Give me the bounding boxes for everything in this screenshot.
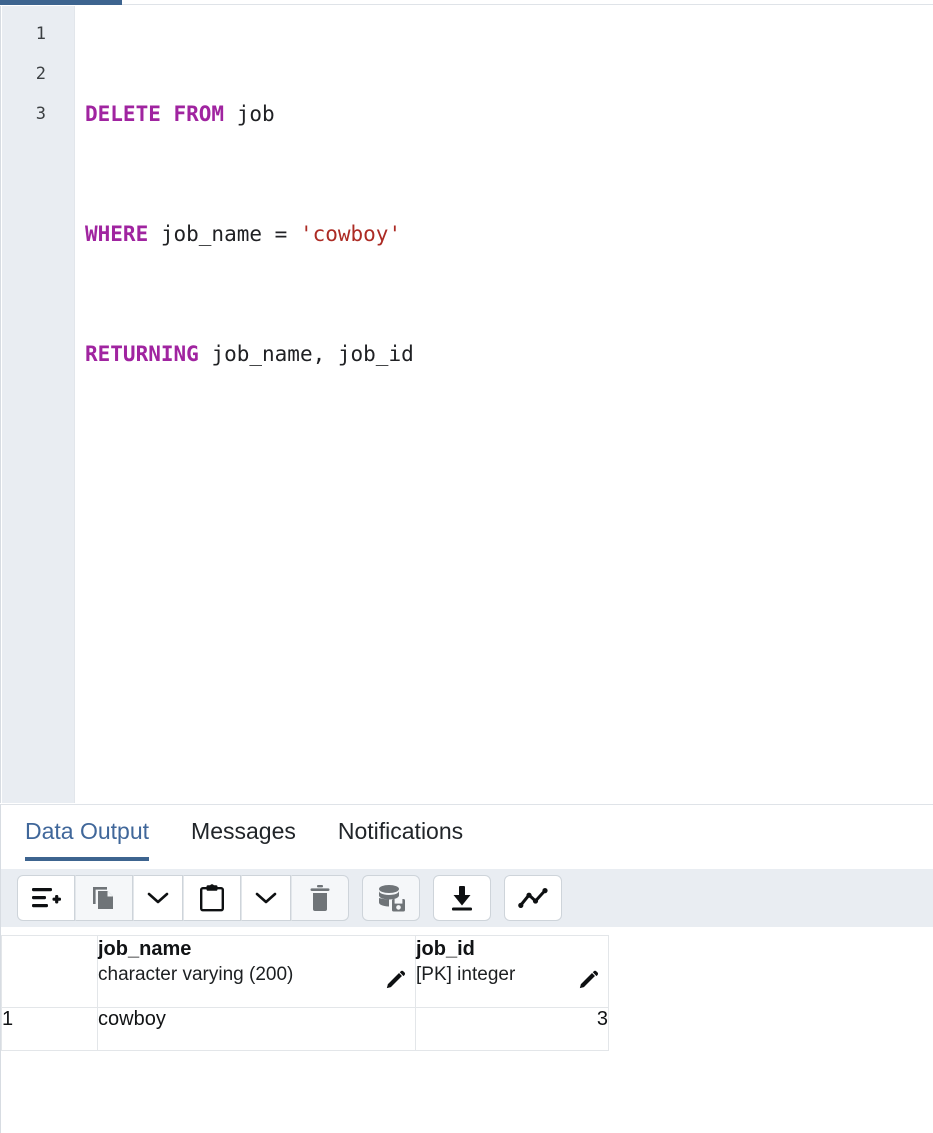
save-data-group: [362, 875, 420, 921]
sql-editor[interactable]: 1 2 3 DELETE FROM job WHERE job_name = '…: [0, 6, 933, 803]
sql-text: job: [224, 102, 275, 126]
tab-messages[interactable]: Messages: [191, 818, 296, 849]
column-header-job-name[interactable]: job_name character varying (200): [97, 935, 416, 1008]
query-tool-tabstrip: [0, 0, 933, 5]
trash-icon: [310, 885, 330, 911]
results-panel: Data Output Messages Notifications job_n…: [0, 804, 933, 1133]
add-row-icon: [32, 888, 61, 908]
sql-keyword: RETURNING: [85, 342, 199, 366]
code-line: WHERE job_name = 'cowboy': [85, 214, 925, 254]
copy-icon: [93, 887, 113, 909]
line-number: 3: [35, 104, 46, 124]
pgadmin-query-tool: 1 2 3 DELETE FROM job WHERE job_name = '…: [0, 0, 933, 1133]
table-row[interactable]: 1 cowboy 3: [1, 1007, 609, 1051]
sql-text: job_name =: [148, 222, 300, 246]
column-type: character varying (200): [98, 964, 294, 985]
column-name: job_id: [416, 938, 475, 960]
chevron-down-icon: [147, 892, 169, 904]
column-header-job-id[interactable]: job_id [PK] integer: [415, 935, 609, 1008]
sql-string-literal: 'cowboy': [299, 222, 402, 246]
copy-button[interactable]: [75, 875, 133, 921]
rownum-header-cell: [1, 935, 98, 1008]
sql-keyword: WHERE: [85, 222, 149, 246]
active-query-tab-indicator[interactable]: [0, 0, 122, 5]
edit-actions-group: [17, 875, 349, 921]
row-number-cell: 1: [1, 1007, 98, 1051]
results-toolbar: [1, 869, 933, 927]
cell-job-name[interactable]: cowboy: [97, 1007, 416, 1051]
save-data-changes-button[interactable]: [362, 875, 420, 921]
chevron-down-icon: [255, 892, 277, 904]
add-row-button[interactable]: [17, 875, 75, 921]
edit-pencil-icon[interactable]: [385, 968, 407, 990]
editor-line-number-gutter: 1 2 3: [2, 6, 75, 803]
result-grid[interactable]: job_name character varying (200) job_id …: [1, 935, 933, 1133]
edit-pencil-icon[interactable]: [578, 968, 600, 990]
result-table-body: 1 cowboy 3: [1, 1007, 609, 1051]
download-group: [433, 875, 491, 921]
paste-button[interactable]: [183, 875, 241, 921]
line-number: 2: [35, 64, 46, 84]
result-table: job_name character varying (200) job_id …: [1, 935, 609, 1051]
clipboard-icon: [200, 884, 225, 912]
paste-options-button[interactable]: [241, 875, 291, 921]
download-icon: [452, 886, 472, 911]
download-results-button[interactable]: [433, 875, 491, 921]
column-name: job_name: [98, 938, 192, 960]
result-table-head: job_name character varying (200) job_id …: [1, 935, 609, 1008]
tab-notifications[interactable]: Notifications: [338, 818, 463, 849]
sql-keyword: DELETE FROM: [85, 102, 225, 126]
results-tabbar: Data Output Messages Notifications: [1, 805, 933, 861]
code-line: DELETE FROM job: [85, 94, 925, 134]
sql-text: job_name, job_id: [198, 342, 414, 366]
cell-job-id[interactable]: 3: [415, 1007, 609, 1051]
line-chart-icon: [518, 888, 548, 908]
line-number: 1: [35, 24, 46, 44]
tab-data-output[interactable]: Data Output: [25, 818, 150, 861]
code-line: RETURNING job_name, job_id: [85, 334, 925, 374]
graph-visualiser-button[interactable]: [504, 875, 562, 921]
database-save-icon: [379, 885, 405, 912]
table-header-row: job_name character varying (200) job_id …: [1, 935, 609, 1008]
graph-visualiser-group: [504, 875, 562, 921]
sql-code-content[interactable]: DELETE FROM job WHERE job_name = 'cowboy…: [85, 14, 925, 454]
copy-options-button[interactable]: [133, 875, 183, 921]
delete-row-button[interactable]: [291, 875, 349, 921]
